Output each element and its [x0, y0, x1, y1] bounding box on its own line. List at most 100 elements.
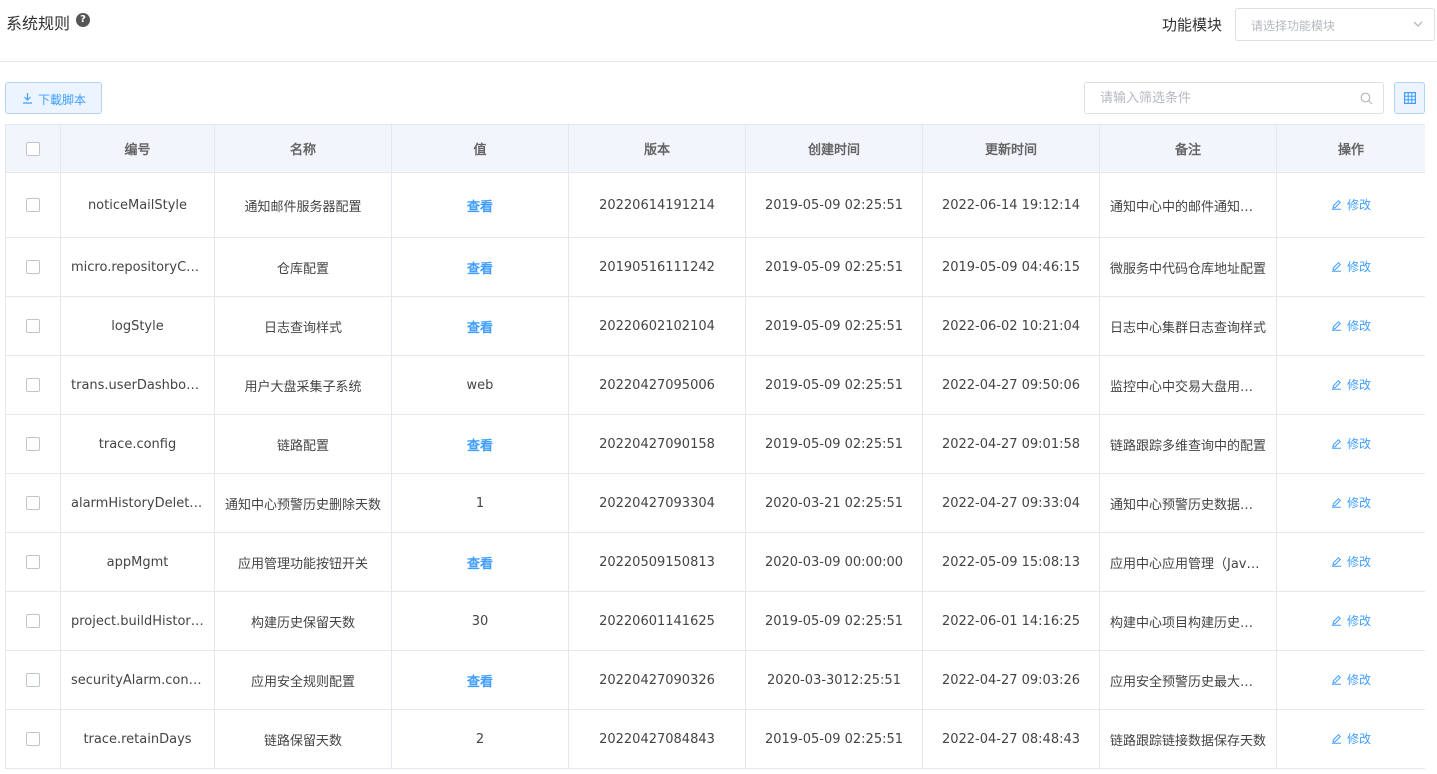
- rule-value-cell: 查看: [391, 172, 569, 238]
- table-row: logStyle 日志查询样式 查看 20220602102104 2019-05-09…: [5, 296, 1425, 356]
- select-all-cell: [5, 124, 61, 173]
- table-row: appMgmt 应用管理功能按钮开关 查看 20220509150813 2020-03…: [5, 532, 1425, 592]
- rule-id: micro.repositoryConfig: [60, 237, 215, 297]
- rule-actions-cell: 修改: [1276, 650, 1425, 710]
- edit-icon: [1331, 733, 1341, 744]
- view-value-link[interactable]: 查看: [467, 262, 493, 277]
- column-header-value[interactable]: 值: [391, 124, 569, 173]
- page-header: 系统规则 ? 功能模块 请选择功能模块: [0, 0, 1437, 62]
- edit-icon: [1331, 438, 1341, 449]
- row-checkbox[interactable]: [26, 673, 40, 687]
- filter-input[interactable]: [1085, 83, 1355, 113]
- rule-value: 30: [471, 613, 489, 629]
- rule-updated-time: 2022-06-01 14:16:25: [922, 591, 1100, 651]
- row-checkbox[interactable]: [26, 378, 40, 392]
- select-all-checkbox[interactable]: [26, 141, 40, 156]
- row-checkbox[interactable]: [26, 614, 40, 628]
- rule-remark: 日志中心集群日志查询样式: [1099, 296, 1277, 356]
- rule-remark: 链路跟踪多维查询中的配置: [1099, 414, 1277, 474]
- column-header-created[interactable]: 创建时间: [745, 124, 923, 173]
- column-header-updated[interactable]: 更新时间: [922, 124, 1100, 173]
- row-checkbox[interactable]: [26, 437, 40, 451]
- search-icon[interactable]: [1360, 92, 1373, 105]
- row-checkbox[interactable]: [26, 198, 40, 212]
- rule-value-cell: 查看: [391, 532, 569, 592]
- rule-actions-cell: 修改: [1276, 473, 1425, 533]
- rule-updated-time: 2022-04-27 09:50:06: [922, 355, 1100, 415]
- rule-actions-cell: 修改: [1276, 237, 1425, 297]
- rule-id: alarmHistoryDeleteDays: [60, 473, 215, 533]
- row-checkbox[interactable]: [26, 319, 40, 333]
- rule-version: 20220427084843: [568, 709, 746, 769]
- rule-name: 链路配置: [214, 414, 392, 474]
- row-checkbox[interactable]: [26, 732, 40, 746]
- edit-button[interactable]: 修改: [1331, 494, 1371, 511]
- edit-button[interactable]: 修改: [1331, 730, 1371, 747]
- view-value-link[interactable]: 查看: [467, 321, 493, 336]
- view-value-link[interactable]: 查看: [467, 200, 493, 215]
- edit-label: 修改: [1346, 319, 1371, 333]
- rule-name: 通知邮件服务器配置: [214, 172, 392, 238]
- edit-button[interactable]: 修改: [1331, 258, 1371, 275]
- view-value-link[interactable]: 查看: [467, 675, 493, 690]
- rule-remark: 链路跟踪链接数据保存天数: [1099, 709, 1277, 769]
- edit-button[interactable]: 修改: [1331, 376, 1371, 393]
- row-select-cell: [5, 473, 61, 533]
- column-header-version[interactable]: 版本: [568, 124, 746, 173]
- rule-actions-cell: 修改: [1276, 709, 1425, 769]
- rule-id: project.buildHistoryDays: [60, 591, 215, 651]
- help-icon[interactable]: ?: [76, 13, 90, 27]
- rule-remark: 应用中心应用管理（Java）按钮开关: [1099, 532, 1277, 592]
- rule-value: web: [466, 377, 494, 393]
- row-select-cell: [5, 355, 61, 415]
- column-header-remark[interactable]: 备注: [1099, 124, 1277, 173]
- row-select-cell: [5, 172, 61, 238]
- filter-field[interactable]: [1084, 82, 1384, 114]
- rule-version: 20220427093304: [568, 473, 746, 533]
- rule-value-cell: 查看: [391, 414, 569, 474]
- edit-button[interactable]: 修改: [1331, 196, 1371, 213]
- table-row: securityAlarm.config 应用安全规则配置 查看 2022042709…: [5, 650, 1425, 710]
- download-script-button[interactable]: 下載脚本: [5, 82, 102, 114]
- module-filter-label: 功能模块: [1162, 16, 1223, 34]
- edit-button[interactable]: 修改: [1331, 435, 1371, 452]
- edit-button[interactable]: 修改: [1331, 553, 1371, 570]
- column-settings-button[interactable]: [1394, 82, 1425, 114]
- edit-icon: [1331, 497, 1341, 508]
- rule-name: 应用管理功能按钮开关: [214, 532, 392, 592]
- table-row: project.buildHistoryDays构建历史保留天数 30 202206…: [5, 591, 1425, 651]
- rule-name: 通知中心预警历史删除天数: [214, 473, 392, 533]
- row-checkbox[interactable]: [26, 496, 40, 510]
- row-select-cell: [5, 709, 61, 769]
- edit-button[interactable]: 修改: [1331, 612, 1371, 629]
- rule-created-time: 2019-05-09 02:25:51: [745, 237, 923, 297]
- view-value-link[interactable]: 查看: [467, 557, 493, 572]
- edit-button[interactable]: 修改: [1331, 317, 1371, 334]
- edit-label: 修改: [1346, 496, 1371, 510]
- edit-icon: [1331, 320, 1341, 331]
- rule-remark: 应用安全预警历史最大保留条数: [1099, 650, 1277, 710]
- module-select[interactable]: 请选择功能模块: [1235, 8, 1435, 41]
- row-select-cell: [5, 591, 61, 651]
- download-script-label: 下載脚本: [38, 93, 87, 107]
- rule-name: 日志查询样式: [214, 296, 392, 356]
- table-row: trans.userDashboard 用户大盘采集子系统 web 202204270…: [5, 355, 1425, 415]
- rule-version: 20220614191214: [568, 172, 746, 238]
- rules-table: 编号 名称 值 版本 创建时间 更新时间 备注 操作 noticeMailSty…: [5, 124, 1425, 774]
- column-header-id[interactable]: 编号: [60, 124, 215, 173]
- row-select-cell: [5, 414, 61, 474]
- row-checkbox[interactable]: [26, 555, 40, 569]
- rule-version: 20220602102104: [568, 296, 746, 356]
- edit-icon: [1331, 674, 1341, 685]
- rule-value-cell: 查看: [391, 296, 569, 356]
- rule-version: 20220427090158: [568, 414, 746, 474]
- view-value-link[interactable]: 查看: [467, 439, 493, 454]
- edit-icon: [1331, 556, 1341, 567]
- column-header-name[interactable]: 名称: [214, 124, 392, 173]
- table-row: micro.repositoryConfig 仓库配置 查看 201905161112…: [5, 237, 1425, 297]
- edit-button[interactable]: 修改: [1331, 671, 1371, 688]
- rule-remark: 构建中心项目构建历史保留天数: [1099, 591, 1277, 651]
- row-checkbox[interactable]: [26, 260, 40, 274]
- edit-label: 修改: [1346, 260, 1371, 274]
- row-select-cell: [5, 532, 61, 592]
